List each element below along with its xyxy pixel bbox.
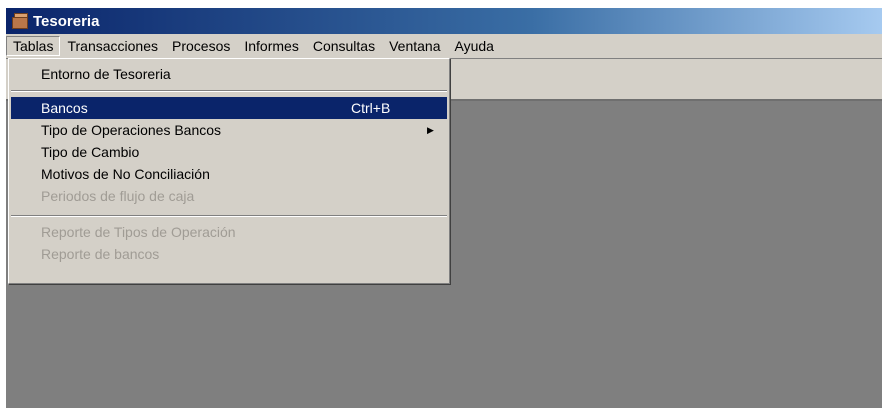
menu-consultas[interactable]: Consultas [306, 36, 382, 56]
menu-transacciones[interactable]: Transacciones [60, 36, 165, 56]
title-bar[interactable]: Tesoreria [6, 8, 882, 34]
menu-item-label: Reporte de bancos [41, 246, 160, 262]
app-icon[interactable] [11, 13, 29, 29]
menu-separator [11, 90, 447, 92]
menu-item-reporte-tipos-operacion: Reporte de Tipos de Operación [11, 221, 447, 243]
menu-informes[interactable]: Informes [237, 36, 305, 56]
menu-ayuda[interactable]: Ayuda [447, 36, 500, 56]
menu-item-motivos-no-conciliacion[interactable]: Motivos de No Conciliación [11, 163, 447, 185]
menu-item-bancos[interactable]: Bancos Ctrl+B [11, 97, 447, 119]
menu-item-label: Tipo de Operaciones Bancos [41, 122, 222, 138]
menu-item-label: Periodos de flujo de caja [41, 188, 195, 204]
tablas-dropdown-menu: Entorno de Tesoreria Bancos Ctrl+B Tipo … [8, 58, 450, 284]
app-window: Tesoreria Tablas Transacciones Procesos … [6, 8, 882, 408]
menu-tablas[interactable]: Tablas [6, 36, 61, 56]
shortcut-label: Ctrl+B [351, 100, 391, 116]
menu-bar: Tablas Transacciones Procesos Informes C… [6, 34, 882, 59]
menu-item-tipo-operaciones-bancos[interactable]: Tipo de Operaciones Bancos ▶ [11, 119, 447, 141]
menu-item-label: Bancos [41, 100, 88, 116]
menu-item-label: Entorno de Tesoreria [41, 66, 171, 82]
menu-separator [11, 215, 447, 217]
menu-item-reporte-bancos: Reporte de bancos [11, 243, 447, 265]
menu-procesos[interactable]: Procesos [165, 36, 237, 56]
menu-item-label: Tipo de Cambio [41, 144, 140, 160]
menu-ventana[interactable]: Ventana [382, 36, 447, 56]
menu-item-entorno-tesoreria[interactable]: Entorno de Tesoreria [11, 63, 447, 85]
menu-item-periodos-flujo-caja: Periodos de flujo de caja [11, 185, 447, 207]
submenu-arrow-icon: ▶ [427, 125, 434, 135]
menu-item-label: Reporte de Tipos de Operación [41, 224, 236, 240]
window-title: Tesoreria [33, 12, 100, 30]
menu-item-label: Motivos de No Conciliación [41, 166, 210, 182]
menu-item-tipo-cambio[interactable]: Tipo de Cambio [11, 141, 447, 163]
